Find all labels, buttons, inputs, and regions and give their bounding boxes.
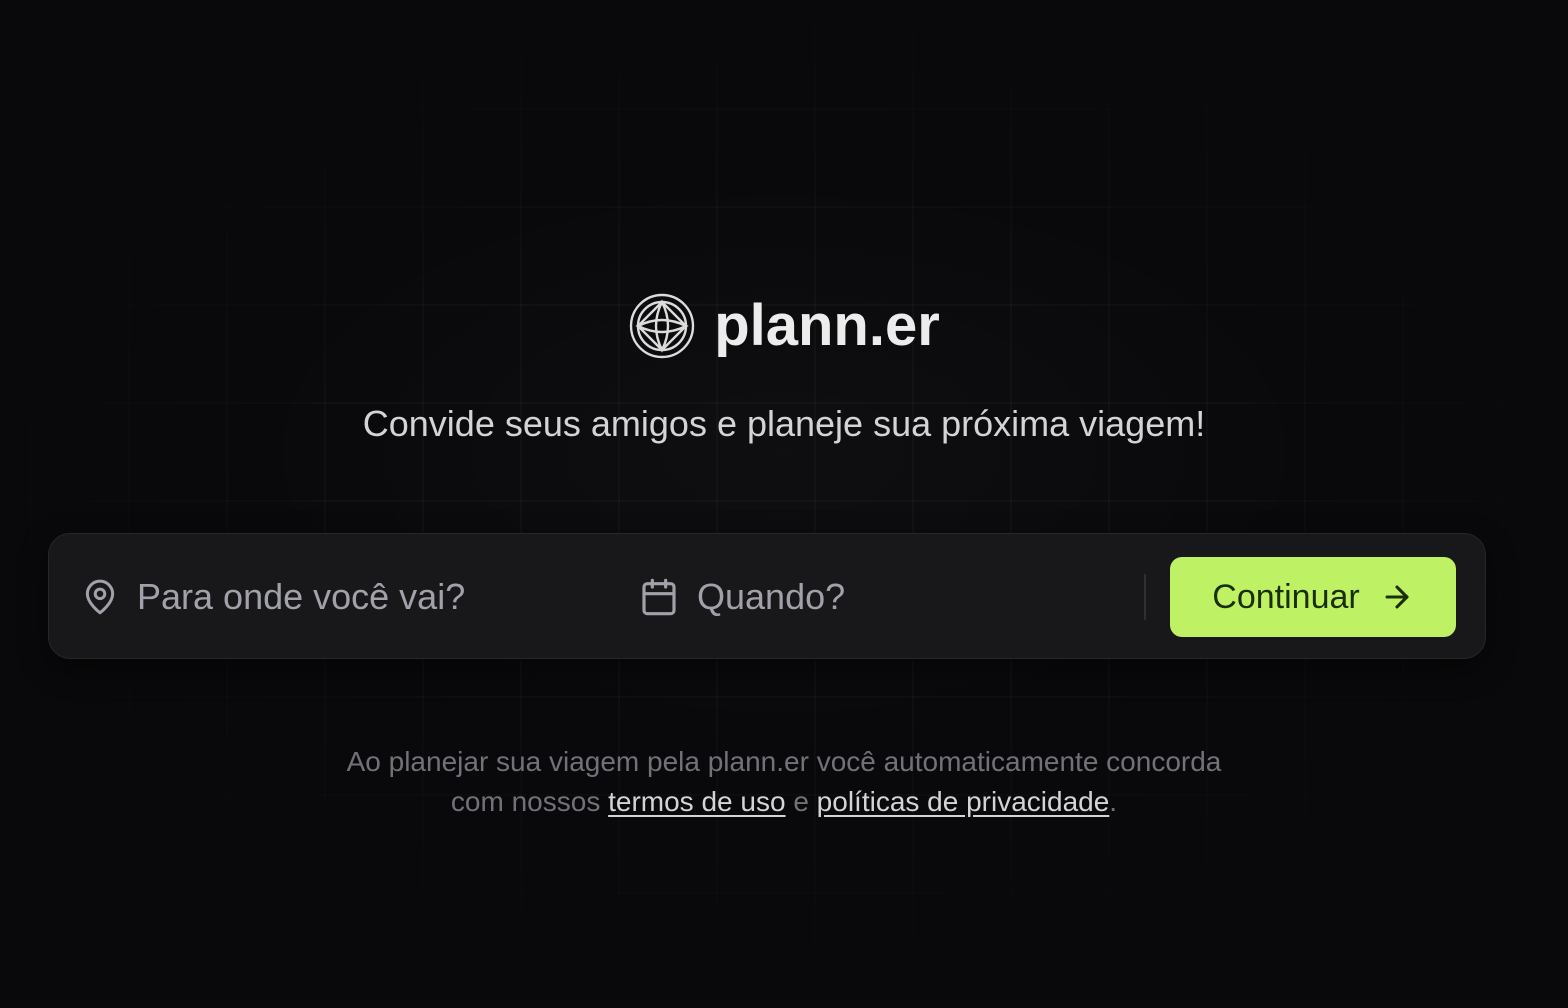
calendar-icon <box>642 578 676 616</box>
legal-end-punctuation: . <box>1109 786 1118 817</box>
legal-conjunction: e <box>793 786 809 817</box>
field-divider <box>1144 574 1146 620</box>
trip-search-bar: Continuar <box>48 533 1486 659</box>
logo-icon <box>629 293 695 359</box>
privacy-policy-link[interactable]: políticas de privacidade <box>817 786 1110 817</box>
date-input[interactable] <box>697 576 1117 618</box>
tagline: Convide seus amigos e planeje sua próxim… <box>362 403 1206 444</box>
date-field[interactable] <box>639 534 1139 660</box>
terms-of-use-link[interactable]: termos de uso <box>608 786 785 817</box>
legal-line-2-prefix: com nossos <box>450 786 601 817</box>
brand-header: plann.er <box>0 292 1568 360</box>
destination-input[interactable] <box>137 576 557 618</box>
destination-field[interactable] <box>81 534 611 660</box>
arrow-right-icon <box>1385 585 1409 609</box>
landing-page: plann.er Convide seus amigos e planeje s… <box>0 0 1568 1008</box>
legal-line-1: Ao planejar sua viagem pela plann.er voc… <box>346 746 1222 777</box>
map-pin-icon <box>85 579 115 615</box>
continue-button[interactable]: Continuar <box>1170 557 1456 637</box>
brand-name: plann.er <box>714 293 940 358</box>
legal-notice: Ao planejar sua viagem pela plann.er voc… <box>0 742 1568 822</box>
continue-button-label: Continuar <box>1212 577 1360 616</box>
